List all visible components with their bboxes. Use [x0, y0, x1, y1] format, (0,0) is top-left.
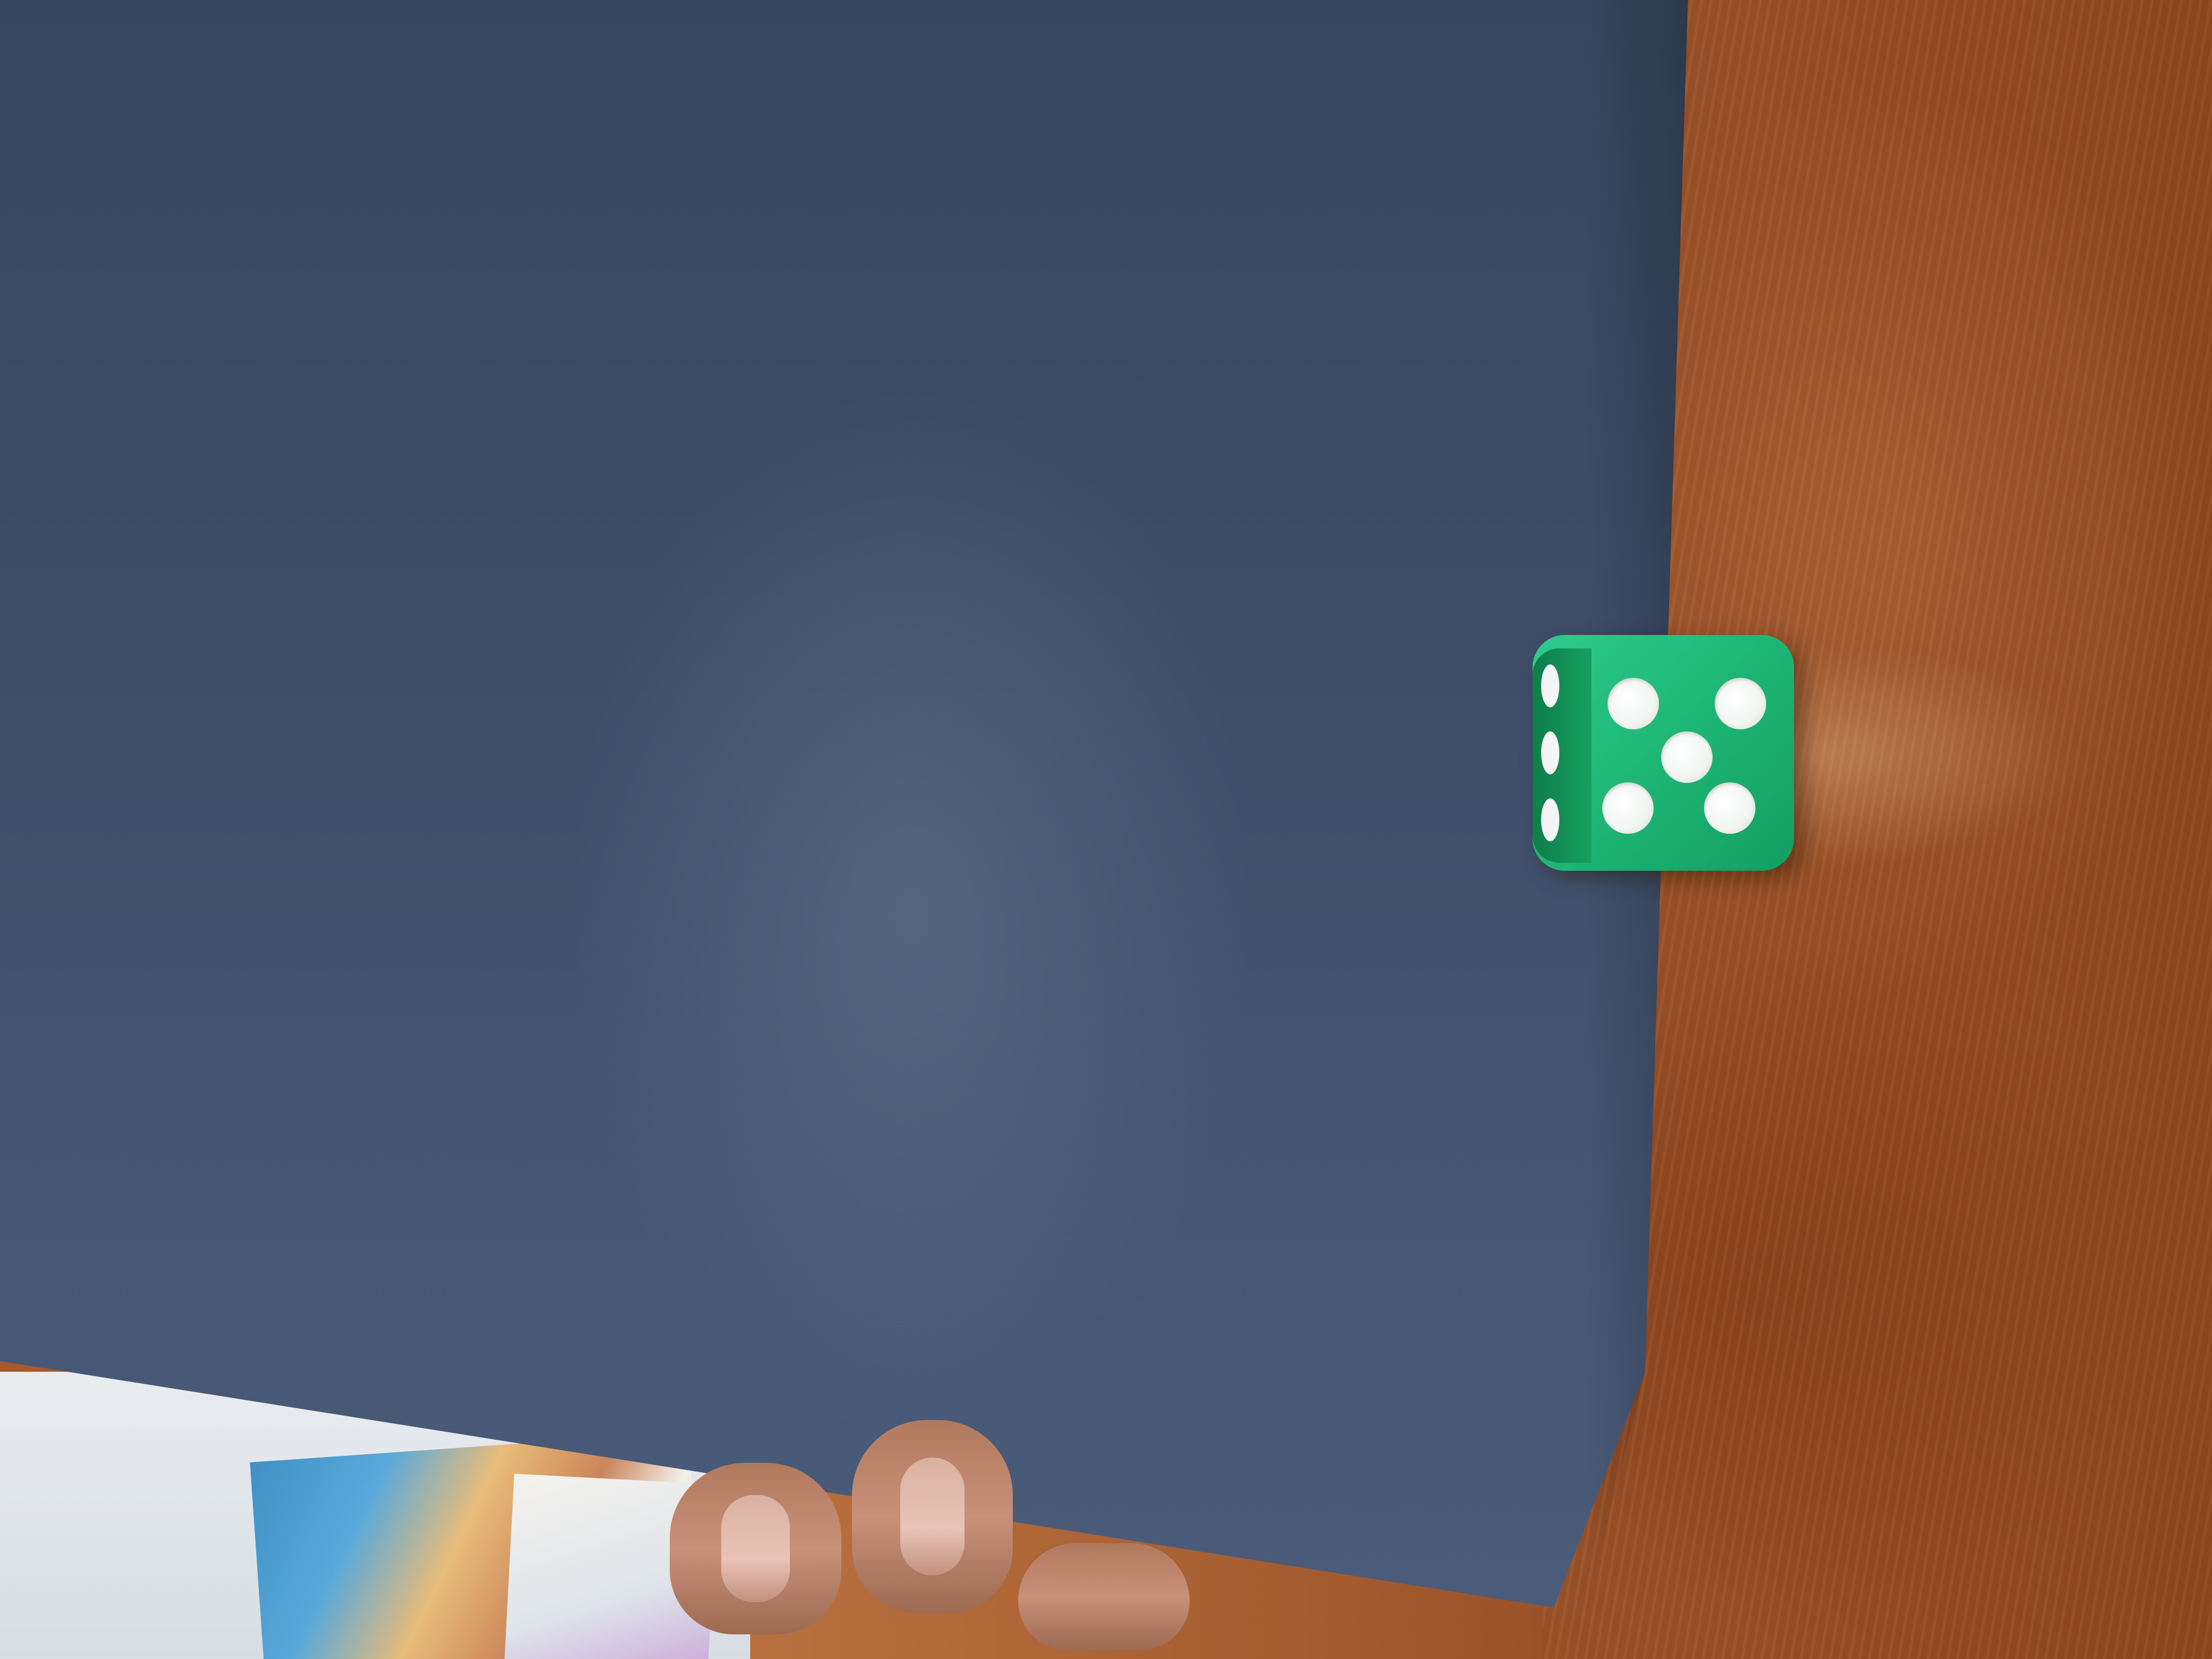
navy-board — [0, 0, 1688, 1608]
die-side-pip — [1541, 798, 1559, 841]
die-pip — [1602, 782, 1654, 834]
die-side-face — [1533, 648, 1591, 863]
die-pip — [1661, 731, 1713, 783]
die-side-pip — [1541, 664, 1559, 707]
die-side-pip — [1541, 731, 1559, 774]
finger-1 — [670, 1463, 841, 1634]
photo-scene — [0, 0, 2212, 1659]
die-pip — [1715, 678, 1766, 729]
die-pip — [1704, 782, 1755, 834]
die-light-reflection — [1784, 643, 2084, 868]
finger-2 — [852, 1420, 1013, 1613]
die-pip — [1608, 678, 1659, 729]
finger-3 — [1018, 1543, 1190, 1650]
